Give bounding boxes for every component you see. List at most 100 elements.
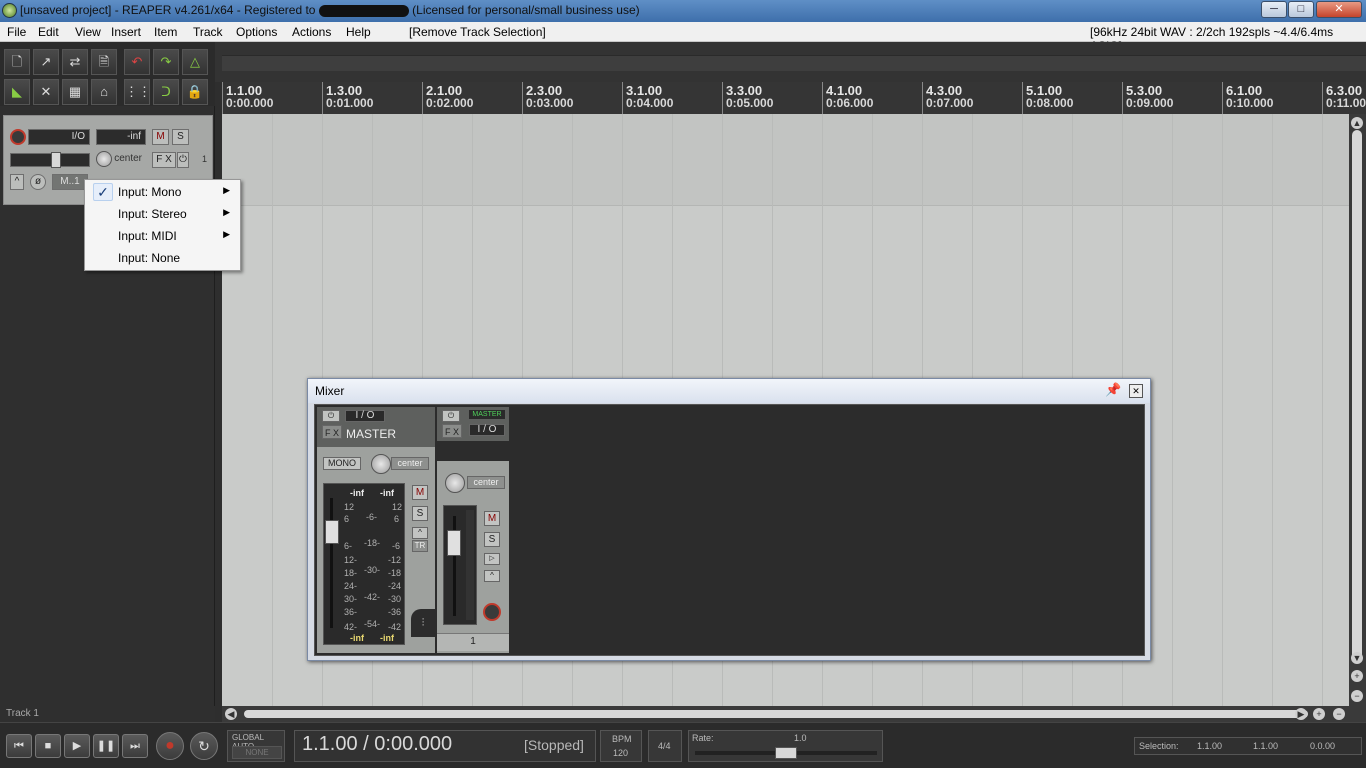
track-play-icon[interactable]: ▷ bbox=[484, 553, 500, 565]
menu-item-input-midi[interactable]: Input: MIDI ▶ bbox=[85, 225, 240, 247]
play-icon[interactable]: ▶ bbox=[64, 734, 90, 758]
menu-item-input-none[interactable]: Input: None bbox=[85, 247, 240, 269]
track-fader-handle[interactable] bbox=[447, 530, 461, 556]
rate-slider-handle[interactable] bbox=[775, 747, 797, 759]
track-solo-button[interactable]: S bbox=[484, 532, 500, 547]
menu-actions[interactable]: Actions bbox=[292, 25, 331, 39]
vertical-scroll-thumb[interactable] bbox=[1352, 130, 1362, 660]
scroll-up-icon[interactable]: ▲ bbox=[1351, 117, 1363, 129]
scroll-down-icon[interactable]: ▼ bbox=[1351, 652, 1363, 664]
record-icon[interactable]: ● bbox=[156, 732, 184, 760]
master-io-button[interactable]: I / O bbox=[345, 410, 385, 422]
pause-icon[interactable]: ❚❚ bbox=[93, 734, 119, 758]
master-send-badge[interactable]: MASTER bbox=[469, 410, 505, 419]
track-fx-button[interactable]: F X bbox=[442, 424, 462, 438]
snap-icon[interactable]: ◣ bbox=[4, 79, 30, 105]
horizontal-scroll-thumb[interactable] bbox=[244, 710, 1308, 718]
master-fader-handle[interactable] bbox=[325, 520, 339, 544]
record-arm-icon[interactable] bbox=[10, 129, 26, 145]
go-to-end-icon[interactable]: ⏭ bbox=[122, 734, 148, 758]
phase-invert-icon[interactable]: ø bbox=[30, 174, 46, 190]
scroll-right-icon[interactable]: ▶ bbox=[1295, 708, 1307, 720]
menu-track[interactable]: Track bbox=[193, 25, 223, 39]
zoom-out-horizontal-icon[interactable]: − bbox=[1333, 708, 1345, 720]
timeline-ruler[interactable]: 1.1.00 0:00.000 1.3.00 0:01.000 2.1.00 0:02… bbox=[222, 82, 1366, 114]
track-envelope-icon[interactable]: ^ bbox=[484, 570, 500, 582]
menu-file[interactable]: File bbox=[7, 25, 26, 39]
zoom-in-horizontal-icon[interactable]: + bbox=[1313, 708, 1325, 720]
time-signature: 4/4 bbox=[658, 741, 671, 751]
master-envelope-icon[interactable]: ^ bbox=[412, 527, 428, 539]
track-mute-button[interactable]: M bbox=[484, 511, 500, 526]
input-select[interactable]: M..1 bbox=[52, 174, 88, 190]
project-settings-icon[interactable]: 🗎 bbox=[91, 49, 117, 75]
horizontal-scrollbar[interactable]: ◀ ▶ + − bbox=[222, 706, 1366, 722]
mixer-title-bar[interactable]: Mixer 📌 ✕ bbox=[308, 379, 1150, 403]
save-project-icon[interactable]: ⇄ bbox=[62, 49, 88, 75]
mono-button[interactable]: MONO bbox=[323, 457, 361, 470]
time-signature-box[interactable]: 4/4 bbox=[648, 730, 682, 762]
master-routing-icon[interactable]: ⫶ bbox=[411, 609, 435, 637]
menu-item-input-mono[interactable]: ✓ Input: Mono ▶ bbox=[85, 181, 240, 203]
input-io-field[interactable]: I/O bbox=[28, 129, 90, 145]
master-mute-button[interactable]: M bbox=[412, 485, 428, 500]
track-lane[interactable] bbox=[222, 114, 1349, 206]
track-record-arm-icon[interactable] bbox=[483, 603, 501, 621]
automation-mode[interactable]: NONE bbox=[232, 746, 282, 759]
maximize-button[interactable]: □ bbox=[1288, 1, 1314, 18]
fx-button[interactable]: F X bbox=[152, 152, 176, 168]
metronome-icon[interactable]: △ bbox=[182, 49, 208, 75]
master-power-icon[interactable]: ⏻ bbox=[322, 410, 340, 422]
envelope-icon[interactable]: ⌂ bbox=[91, 79, 117, 105]
grouping-icon[interactable]: ▦ bbox=[62, 79, 88, 105]
zoom-in-vertical-icon[interactable]: + bbox=[1351, 670, 1363, 682]
new-project-icon[interactable]: 🗋 bbox=[4, 49, 30, 75]
mixer-close-icon[interactable]: ✕ bbox=[1129, 384, 1143, 398]
redo-icon[interactable]: ↷ bbox=[153, 49, 179, 75]
global-auto-panel[interactable]: GLOBAL AUTO NONE bbox=[227, 730, 285, 762]
mute-button[interactable]: M bbox=[152, 129, 169, 145]
menu-item[interactable]: Item bbox=[154, 25, 177, 39]
grid-icon[interactable]: ⋮⋮ bbox=[124, 79, 151, 105]
go-to-start-icon[interactable]: ⏮ bbox=[6, 734, 32, 758]
undo-icon[interactable]: ↶ bbox=[124, 49, 150, 75]
master-pan-knob[interactable] bbox=[371, 454, 391, 474]
menu-insert[interactable]: Insert bbox=[111, 25, 141, 39]
solo-button[interactable]: S bbox=[172, 129, 189, 145]
minimize-button[interactable]: ─ bbox=[1261, 1, 1287, 18]
master-fx-button[interactable]: F X bbox=[322, 425, 342, 439]
menu-view[interactable]: View bbox=[75, 25, 101, 39]
menu-help[interactable]: Help bbox=[346, 25, 371, 39]
menu-options[interactable]: Options bbox=[236, 25, 277, 39]
vertical-scrollbar[interactable]: ▲ ▼ + − bbox=[1349, 114, 1366, 706]
menu-edit[interactable]: Edit bbox=[38, 25, 59, 39]
scroll-left-icon[interactable]: ◀ bbox=[225, 708, 237, 720]
pin-icon[interactable]: 📌 bbox=[1105, 382, 1121, 398]
main-toolbar: 🗋 ↗ ⇄ 🗎 ↶ ↷ △ ◣ ✕ ▦ ⌂ ⋮⋮ ᑐ 🔒 bbox=[0, 42, 215, 106]
loop-icon[interactable]: ᑐ bbox=[153, 79, 179, 105]
volume-slider[interactable] bbox=[10, 152, 90, 168]
fx-bypass-icon[interactable]: ⏻ bbox=[177, 152, 189, 168]
selection-box[interactable]: Selection: 1.1.00 1.1.00 0.0.00 bbox=[1134, 737, 1362, 755]
ripple-edit-icon[interactable]: ✕ bbox=[33, 79, 59, 105]
master-solo-button[interactable]: S bbox=[412, 506, 428, 521]
stop-icon[interactable]: ■ bbox=[35, 734, 61, 758]
menu-item-input-stereo[interactable]: Input: Stereo ▶ bbox=[85, 203, 240, 225]
master-tr-button[interactable]: TR bbox=[412, 540, 428, 552]
track-power-icon[interactable]: ⏻ bbox=[442, 410, 460, 422]
close-button[interactable]: ✕ bbox=[1316, 1, 1362, 18]
pan-knob[interactable] bbox=[96, 151, 112, 167]
track-io-button[interactable]: I / O bbox=[469, 424, 505, 436]
playrate-box[interactable]: Rate: 1.0 bbox=[688, 730, 883, 762]
open-project-icon[interactable]: ↗ bbox=[33, 49, 59, 75]
envelope-arm-icon[interactable]: ^ bbox=[10, 174, 24, 190]
zoom-out-vertical-icon[interactable]: − bbox=[1351, 690, 1363, 702]
repeat-icon[interactable]: ↻ bbox=[190, 732, 218, 760]
bpm-box[interactable]: BPM 120 bbox=[600, 730, 642, 762]
lock-icon[interactable]: 🔒 bbox=[182, 79, 208, 105]
track-pan-knob[interactable] bbox=[445, 473, 465, 493]
track-strip-number: 1 bbox=[437, 633, 509, 651]
selection-end: 1.1.00 bbox=[1253, 741, 1279, 751]
volume-fader-handle[interactable] bbox=[51, 152, 61, 168]
mixer-window[interactable]: Mixer 📌 ✕ ⏻ I / O F X MASTER MONO center… bbox=[307, 378, 1151, 661]
